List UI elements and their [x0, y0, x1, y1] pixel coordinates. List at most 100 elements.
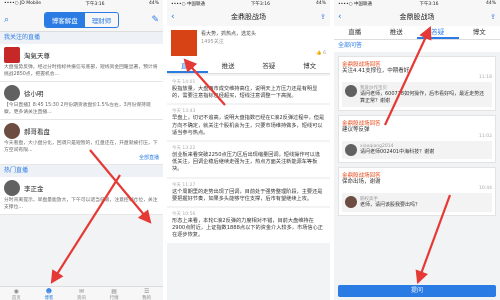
answer-text: 保命出场，谢谢 — [342, 179, 381, 185]
nav-bar: ‹ 金鼎股战场 ⇪ — [167, 8, 330, 26]
list-item[interactable]: 郝哥看盘 今天看盘，大小盘分化，回调只是短暂的，红盘还在，开盘就被打压，下方空间… — [0, 120, 163, 165]
segment-control: 博客解盘 理财师 — [43, 11, 120, 28]
answer-time: 10:44 — [479, 186, 492, 191]
tab-bar: 直播 推送 答疑 博文 — [334, 26, 500, 40]
answer-text: 关注4.41支撑位，中期看好 — [342, 68, 410, 74]
battery-label: 44% — [148, 1, 159, 6]
tab-articles[interactable]: 博文 — [289, 60, 330, 73]
post-time: 今天 14:01 — [172, 80, 196, 85]
tab-home[interactable]: ◉ 首页 — [0, 287, 33, 300]
phone-live-detail: ••••○ 中国联通 下午3:16 44% ‹ 金鼎股战场 ⇪ 看大势，抓热点，… — [167, 0, 332, 300]
avatar — [4, 85, 20, 101]
tab-label: 博客 — [44, 296, 54, 300]
answer-author: 金鼎股战场回答 — [342, 121, 381, 127]
profile-cover-image — [171, 30, 197, 56]
page-title: 金鼎股战场 — [399, 13, 435, 21]
profile-header: 看大势，抓热点，选龙头 1495关注 👍 6 — [167, 26, 330, 60]
segment-blog[interactable]: 博客解盘 — [44, 12, 85, 27]
list-item[interactable]: 徐小明 【今日直播】8:45 15:30 2月份期货收盘价1.5%左右，3月份保… — [0, 82, 163, 120]
edit-icon[interactable]: ✎ — [151, 15, 159, 25]
tab-market[interactable]: ▤ 行情 — [98, 287, 131, 300]
carrier-label: ••••○ JD Mobile — [4, 1, 41, 6]
item-name: 淘氣天尊 — [24, 52, 50, 60]
carrier-label: ••••○ 中国联通 — [338, 2, 372, 7]
post-time: 今天 10:56 — [172, 212, 196, 218]
clock-label: 下午3:16 — [85, 2, 105, 7]
post-body: 创业板来看突破2250点压力区后出现缩量回调，短线操作可以逢低关注，回调企稳后继… — [172, 152, 321, 173]
profile-slogan: 看大势，抓热点，选龙头 — [201, 31, 257, 37]
post-body: 这个周期里的走势出现了回调，目前处于强势整理阶段，主要还是要把握好节奏，如果多头… — [172, 188, 323, 202]
post-time: 今天 13:22 — [172, 146, 196, 152]
answer-time: 11:02 — [479, 134, 492, 139]
ask-question-button[interactable]: 提问 — [338, 285, 496, 297]
question-text: 请问老师002401中海科技？谢谢 — [360, 149, 435, 155]
avatar — [4, 180, 20, 196]
status-bar: ••••○ JD Mobile 下午3:16 44% — [0, 0, 163, 8]
mail-icon: ✉ — [78, 288, 84, 295]
status-bar: ••••○ 中国联通 下午3:16 44% — [334, 0, 500, 8]
all-live-link[interactable]: 全部直播 — [4, 154, 159, 161]
share-icon[interactable]: ⇪ — [320, 13, 326, 21]
tab-live[interactable]: 直播 — [334, 26, 376, 39]
back-icon[interactable]: ‹ — [171, 12, 175, 22]
post-body: 股指放量，大盘两市成交维持高位，说明天上方压力还是有明显的，需要注意指标已经超买… — [172, 86, 318, 100]
post-body: 形态上来看，本轮C浪2反弹的力度相对不错，目前大盘维持在2900点附近，上证指数… — [172, 218, 323, 239]
avatar — [4, 123, 20, 139]
tab-qa[interactable]: 答疑 — [249, 60, 290, 73]
item-name: 李正金 — [24, 185, 44, 193]
answer-author: 金鼎股战场回答 — [342, 173, 381, 179]
section-hot-live: 热门直播 — [0, 165, 163, 177]
tab-blog[interactable]: ☻ 博客 — [33, 287, 66, 300]
question-text: 老师，请问该股我要出吗？ — [360, 202, 421, 208]
tab-label: 我的 — [142, 296, 152, 300]
list-item[interactable]: 李正金 分时背离提示，早盘量能放大，下午可以适当低吸，注意控制仓位，关注支撑位.… — [0, 177, 163, 215]
top-nav: ⌕ 博客解盘 理财师 ✎ — [0, 8, 163, 32]
qa-card[interactable]: 金鼎股战场回答 保命出场，谢谢 10:44 期权高手 老师，请问该股我要出吗？ — [338, 167, 496, 216]
tab-me[interactable]: ☰ 我的 — [130, 287, 163, 300]
item-body: 今天看盘，大小盘分化，回调只是短暂的，红盘还在，开盘就被打压，下方空间有限... — [4, 141, 158, 153]
tab-bar: 直播 推送 答疑 博文 — [167, 60, 330, 74]
post-time: 今天 13:43 — [172, 109, 196, 115]
tab-articles[interactable]: 博文 — [459, 26, 500, 39]
nav-bar: ‹ 金鼎股战场 ⇪ — [334, 8, 500, 26]
phone-qa: ••••○ 中国联通 下午3:16 44% ‹ 金鼎股战场 ⇪ 直播 推送 答疑… — [334, 0, 500, 300]
post-body: 早盘上，切记不追高，说明大盘指数已经在C浪2反弹过程中，但是方向不确定，就关注个… — [172, 115, 325, 136]
tab-push[interactable]: 推送 — [208, 60, 249, 73]
clock-label: 下午3:16 — [250, 2, 271, 7]
qa-card[interactable]: 金鼎股战场回答 关注4.41支撑位，中期看好 11:18 我爱炒作宝贝 请问老师，… — [338, 56, 496, 111]
segment-advisor[interactable]: 理财师 — [85, 13, 119, 27]
item-name: 郝哥看盘 — [24, 128, 50, 136]
like-count[interactable]: 👍 6 — [316, 51, 326, 56]
page-title: 金鼎股战场 — [231, 13, 266, 21]
tab-live[interactable]: 直播 — [167, 60, 208, 73]
search-icon[interactable]: ⌕ — [4, 15, 9, 25]
status-bar: ••••○ 中国联通 下午3:16 44% — [167, 0, 330, 8]
list-item[interactable]: 淘氣天尊 大盘强势反弹，经过分时指标共振信号底部，短线资金回暖显著，预计将挑战2… — [0, 44, 163, 82]
clock-label: 下午3:16 — [419, 2, 439, 7]
item-name: 徐小明 — [24, 90, 44, 98]
tab-label: 资讯 — [76, 296, 86, 300]
tab-qa[interactable]: 答疑 — [417, 26, 459, 39]
item-body: 【今日直播】8:45 15:30 2月份期货收盘价1.5%左右，3月份保持观察，… — [4, 103, 151, 115]
live-post: 今天 13:22 创业板来看突破2250点压力区后出现缩量回调，短线操作可以逢低关… — [167, 142, 330, 177]
back-icon[interactable]: ‹ — [338, 12, 342, 22]
post-time: 今天 11:27 — [172, 182, 196, 188]
avatar — [345, 144, 357, 156]
answer-author: 金鼎股战场回答 — [342, 62, 381, 68]
avatar — [4, 47, 20, 63]
profile-icon: ☰ — [143, 288, 150, 295]
follower-count: 1495关注 — [201, 39, 224, 45]
live-post: 今天 11:27 这个周期里的走势出现了回调，目前处于强势整理阶段，主要还是要把握… — [167, 178, 330, 207]
share-icon[interactable]: ⇪ — [490, 13, 496, 21]
blog-icon: ☻ — [45, 288, 53, 295]
tab-label: 首页 — [11, 296, 21, 300]
phone-blog-home: ••••○ JD Mobile 下午3:16 44% ⌕ 博客解盘 理财师 ✎ … — [0, 0, 165, 300]
tab-push[interactable]: 推送 — [376, 26, 418, 39]
question-block: 我爱炒作宝贝 请问老师，600778如何操作，后市看好吗，最近走势还算正常？谢谢 — [342, 82, 492, 107]
item-body: 分时背离提示，早盘量能放大，下午可以适当低吸，注意控制仓位，关注支撑位... — [4, 198, 158, 210]
item-body: 大盘强势反弹，经过分时指标共振信号底部，短线资金回暖显著，预计将挑战2850点，… — [4, 65, 158, 77]
section-all-qa: 全部问答 — [334, 40, 500, 52]
answer-time: 11:18 — [479, 75, 492, 80]
qa-card[interactable]: 金鼎股战场回答 建议等反弹 11:02 xiaoqiang2014 请问老师002… — [338, 115, 496, 163]
tab-news[interactable]: ✉ 资讯 — [65, 287, 98, 300]
